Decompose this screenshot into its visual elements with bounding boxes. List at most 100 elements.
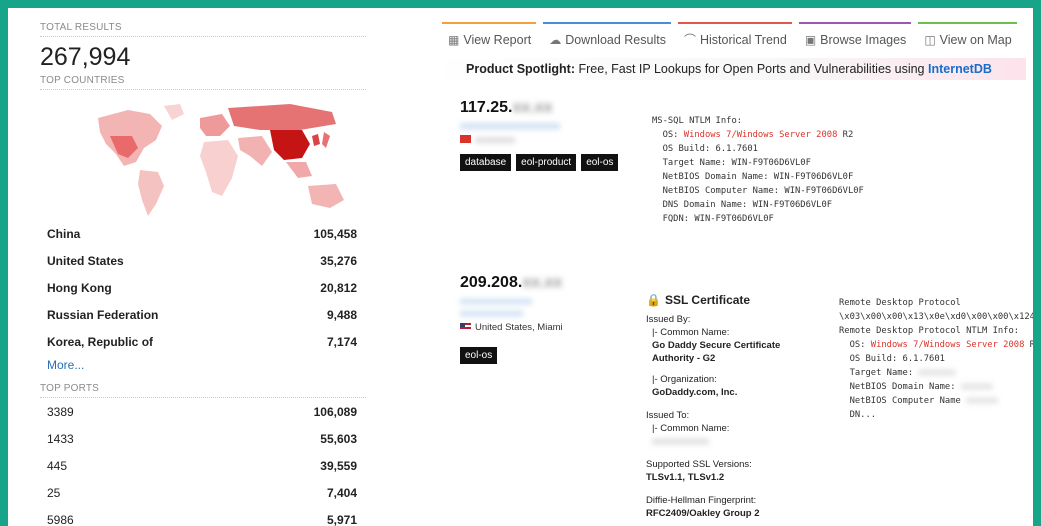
- country-count: 7,174: [326, 334, 357, 349]
- os-value: Windows 7/Windows Server 2008: [870, 340, 1025, 350]
- ntlm-title: Remote Desktop Protocol NTLM Info:: [839, 326, 1020, 336]
- country-row[interactable]: Hong Kong 20,812: [40, 274, 366, 301]
- tab-label: View Report: [463, 32, 532, 47]
- view-report-tab[interactable]: ▦ View Report: [442, 22, 537, 48]
- country-count: 9,488: [326, 307, 357, 322]
- total-results-value: 267,994: [40, 43, 131, 71]
- port-row[interactable]: 445 39,559: [40, 452, 366, 479]
- download-results-tab[interactable]: ☁ Download Results: [543, 22, 671, 48]
- results-area: ▦ View Report ☁ Download Results ⌒ Histo…: [426, 22, 1033, 519]
- tab-label: View on Map: [939, 32, 1012, 47]
- netbios-computer: NetBIOS Computer Name: [839, 396, 961, 406]
- port-count: 5,971: [326, 512, 357, 526]
- historical-trend-tab[interactable]: ⌒ Historical Trend: [677, 22, 792, 48]
- redacted-ip-suffix: xx.xx: [522, 274, 563, 291]
- port-count: 55,603: [320, 431, 357, 446]
- issuer-org: GoDaddy.com, Inc.: [652, 387, 738, 398]
- os-suffix: R2: [837, 130, 854, 140]
- ip-address[interactable]: 209.208.: [460, 274, 522, 291]
- country-name[interactable]: Hong Kong: [40, 281, 112, 295]
- map-icon: ◫: [924, 32, 936, 47]
- port-row[interactable]: 25 7,404: [40, 479, 366, 506]
- country-name[interactable]: Korea, Republic of: [40, 335, 153, 349]
- world-map[interactable]: [40, 96, 366, 220]
- port-count: 7,404: [326, 485, 357, 500]
- results-page: TOTAL RESULTS 267,994 TOP COUNTRIES Chin…: [8, 8, 1033, 526]
- result-ip[interactable]: 209.208.xx.xx: [460, 274, 640, 292]
- result-ip[interactable]: 117.25.xx.xx: [460, 99, 640, 117]
- port-row[interactable]: 5986 5,971: [40, 506, 366, 526]
- banner-line: Target Name: WIN-F9T06D6VL0F: [652, 158, 811, 168]
- rdp-banner: Remote Desktop Protocol \x03\x00\x00\x13…: [839, 296, 1033, 422]
- image-icon: ▣: [804, 32, 817, 47]
- dh-fingerprint: RFC2409/Oakley Group 2: [646, 508, 760, 519]
- internetdb-link[interactable]: InternetDB: [928, 62, 992, 76]
- port-number[interactable]: 25: [40, 486, 60, 500]
- location-text: United States, Miami: [475, 322, 563, 333]
- redacted-subject-cn: xxxxxxxxxxxx: [652, 436, 709, 447]
- top-ports-list: 3389 106,089 1433 55,603 445 39,559 25 7…: [40, 398, 366, 526]
- rdp-title: Remote Desktop Protocol: [839, 298, 961, 308]
- subject-cn-label: |- Common Name:: [652, 423, 730, 434]
- country-row[interactable]: China 105,458: [40, 220, 366, 247]
- result-card: 209.208.xx.xx xxxxxxxxxxxxxxxx xxxxxxxxx…: [460, 274, 640, 364]
- country-name[interactable]: Russian Federation: [40, 308, 158, 322]
- download-icon: ☁: [549, 32, 562, 47]
- port-number[interactable]: 1433: [40, 432, 74, 446]
- summary-panel: TOTAL RESULTS 267,994 TOP COUNTRIES Chin…: [40, 22, 366, 526]
- browse-images-tab[interactable]: ▣ Browse Images: [798, 22, 912, 48]
- country-row[interactable]: Korea, Republic of 7,174: [40, 328, 366, 355]
- port-count: 39,559: [320, 458, 357, 473]
- tab-label: Browse Images: [820, 32, 907, 47]
- os-build: OS Build: 6.1.7601: [839, 354, 945, 364]
- tag[interactable]: eol-os: [581, 154, 619, 171]
- port-number[interactable]: 445: [40, 459, 67, 473]
- os-label: OS:: [652, 130, 684, 140]
- ssl-title: 🔒 SSL Certificate: [646, 294, 816, 307]
- os-value: Windows 7/Windows Server 2008: [683, 130, 838, 140]
- port-number[interactable]: 3389: [40, 405, 74, 419]
- country-count: 20,812: [320, 280, 357, 295]
- port-count: 106,089: [313, 404, 357, 419]
- redacted-value: xxxxxx: [960, 382, 993, 392]
- product-spotlight-banner: Product Spotlight: Free, Fast IP Lookups…: [426, 58, 1026, 80]
- banner-line: NetBIOS Domain Name: WIN-F9T06D6VL0F: [652, 172, 854, 182]
- tag[interactable]: eol-os: [460, 347, 498, 364]
- country-row[interactable]: United States 35,276: [40, 247, 366, 274]
- issued-to-label: Issued To:: [646, 410, 690, 421]
- total-results-label: TOTAL RESULTS: [40, 22, 366, 37]
- top-countries-label: TOP COUNTRIES: [40, 75, 366, 90]
- ssl-certificate: 🔒 SSL Certificate Issued By: |- Common Na…: [646, 294, 816, 520]
- port-row[interactable]: 3389 106,089: [40, 398, 366, 425]
- country-name[interactable]: China: [40, 227, 80, 241]
- port-row[interactable]: 1433 55,603: [40, 425, 366, 452]
- top-ports-label: TOP PORTS: [40, 383, 366, 398]
- tag[interactable]: eol-product: [516, 154, 577, 171]
- redacted-location: xxxxxxxx: [460, 135, 640, 146]
- os-suffix: R2: [1029, 340, 1033, 350]
- netbios-domain: NetBIOS Domain Name:: [839, 382, 956, 392]
- more-countries-link[interactable]: More...: [40, 355, 366, 381]
- country-count: 35,276: [320, 253, 357, 268]
- tab-label: Historical Trend: [699, 32, 787, 47]
- ssl-versions: TLSv1.1, TLSv1.2: [646, 472, 725, 483]
- banner-line: NetBIOS Computer Name: WIN-F9T06D6VL0F: [652, 186, 864, 196]
- mssql-banner: MS-SQL NTLM Info: OS: Windows 7/Windows …: [652, 114, 864, 226]
- banner-line: FQDN: WIN-F9T06D6VL0F: [652, 214, 774, 224]
- issuer-org-label: |- Organization:: [652, 374, 717, 385]
- action-tabs: ▦ View Report ☁ Download Results ⌒ Histo…: [442, 22, 1032, 48]
- ssl-title-text: SSL Certificate: [664, 293, 751, 307]
- banner-line: DNS Domain Name: WIN-F9T06D6VL0F: [652, 200, 833, 210]
- ip-address[interactable]: 117.25.: [460, 99, 513, 116]
- location: United States, Miami: [460, 322, 640, 333]
- rdp-bytes: \x03\x00\x00\x13\x0e\xd0\x00\x00\x124\x0…: [839, 312, 1033, 322]
- spotlight-prefix: Product Spotlight:: [466, 62, 576, 76]
- report-icon: ▦: [448, 32, 460, 47]
- redacted-hostname: xxxxxxxxxxxxxxxx: [460, 296, 532, 306]
- lock-icon: 🔒: [646, 293, 661, 307]
- country-name[interactable]: United States: [40, 254, 124, 268]
- country-row[interactable]: Russian Federation 9,488: [40, 301, 366, 328]
- port-number[interactable]: 5986: [40, 513, 74, 526]
- view-on-map-tab[interactable]: ◫ View on Map: [918, 22, 1017, 48]
- tag[interactable]: database: [460, 154, 512, 171]
